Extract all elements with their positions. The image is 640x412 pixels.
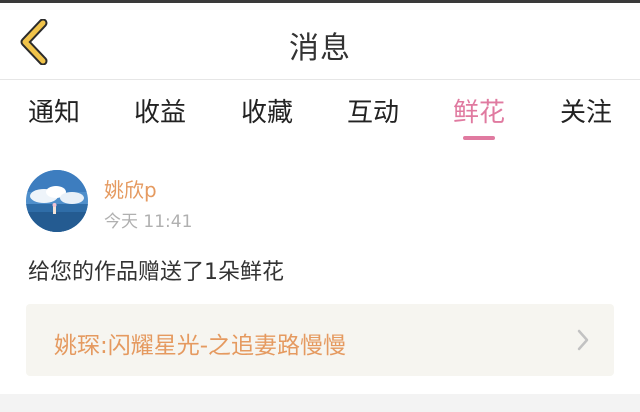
tab-label: 收藏 (240, 98, 293, 128)
tab-notifications[interactable]: 通知 (22, 92, 86, 142)
notification-message: 给您的作品赠送了1朵鲜花 (28, 260, 284, 285)
tab-follows[interactable]: 关注 (554, 92, 618, 142)
tab-label: 通知 (27, 98, 80, 128)
tab-bar: 通知 收益 收藏 互动 鲜花 关注 (0, 80, 640, 142)
page-title: 消息 (289, 31, 351, 66)
tab-label: 互动 (346, 98, 399, 128)
work-link-card[interactable]: 姚琛:闪耀星光-之追妻路慢慢 (26, 304, 614, 376)
tab-label: 鲜花 (452, 98, 505, 128)
header-bar: 消息 (0, 3, 640, 79)
avatar[interactable] (26, 170, 88, 232)
tab-earnings[interactable]: 收益 (128, 92, 192, 142)
sender-name[interactable]: 姚欣p (104, 174, 157, 203)
tab-label: 关注 (559, 98, 612, 128)
notification-item: 姚欣p 今天 11:41 给您的作品赠送了1朵鲜花 姚琛:闪耀星光-之追妻路慢慢 (0, 150, 640, 390)
tab-label: 收益 (133, 98, 186, 128)
chevron-right-icon (577, 329, 589, 351)
active-tab-indicator (463, 136, 495, 140)
work-title: 姚琛:闪耀星光-之追妻路慢慢 (54, 333, 347, 359)
notification-time: 今天 11:41 (104, 212, 193, 232)
tab-flowers[interactable]: 鲜花 (447, 92, 511, 142)
tab-favorites[interactable]: 收藏 (235, 92, 299, 142)
tab-interactions[interactable]: 互动 (341, 92, 405, 142)
bottom-spacer (0, 394, 640, 412)
avatar-image (26, 170, 88, 232)
